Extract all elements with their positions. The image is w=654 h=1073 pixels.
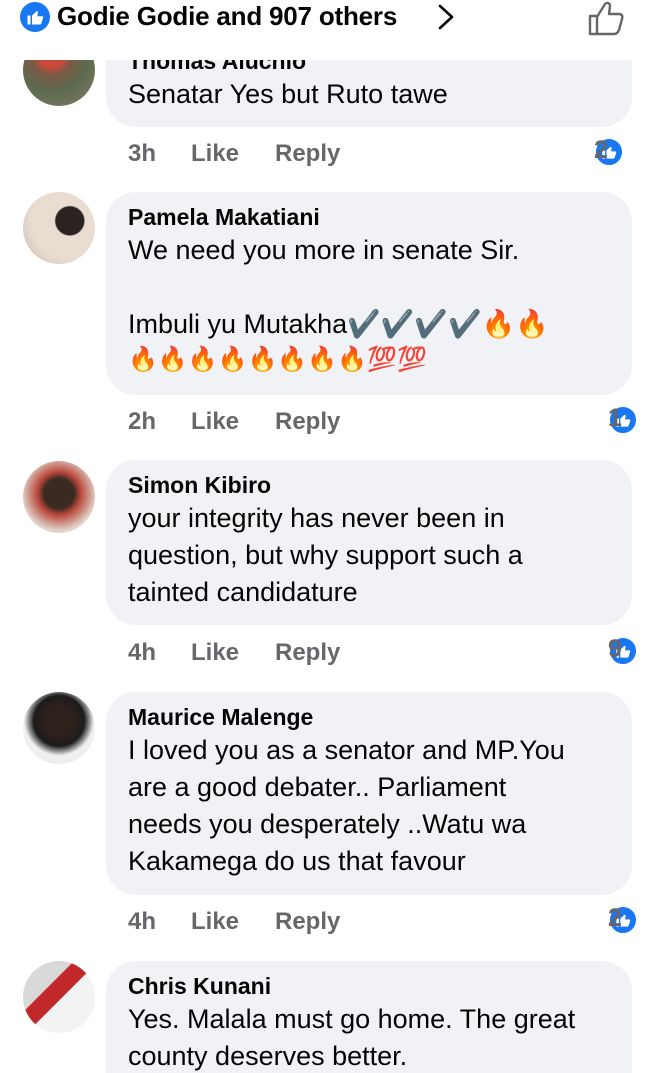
reaction-summary[interactable]: 2	[608, 904, 638, 936]
comment-bubble[interactable]: Maurice Malenge I loved you as a senator…	[106, 692, 632, 895]
like-button[interactable]: Like	[191, 408, 239, 436]
like-button[interactable]: Like	[191, 908, 239, 936]
comment-text: Yes. Malala must go home. The great coun…	[128, 1004, 576, 1071]
reaction-count: 9	[608, 635, 622, 663]
reaction-summary[interactable]: 2	[594, 136, 624, 168]
comment-time[interactable]: 3h	[128, 140, 156, 168]
reply-button[interactable]: Reply	[275, 908, 340, 936]
reply-button[interactable]: Reply	[275, 408, 340, 436]
reply-button[interactable]: Reply	[275, 639, 340, 667]
comment-emoji-line: 🔥🔥🔥🔥🔥🔥🔥🔥💯💯	[128, 346, 427, 373]
avatar[interactable]	[23, 461, 95, 533]
comment-time[interactable]: 4h	[128, 639, 156, 667]
comment-author[interactable]: Pamela Makatiani	[128, 202, 610, 232]
like-button[interactable]: Like	[191, 639, 239, 667]
comment-author[interactable]: Simon Kibiro	[128, 470, 610, 500]
reaction-summary[interactable]: 9	[608, 635, 638, 667]
comment-text: I loved you as a senator and MP.You are …	[128, 735, 565, 876]
comment-bubble[interactable]: Pamela Makatiani We need you more in sen…	[106, 192, 632, 395]
chevron-right-icon[interactable]	[433, 2, 459, 32]
comment-actions: 2h Like Reply 1	[128, 404, 638, 444]
reaction-count: 2	[608, 904, 622, 932]
comment-actions: 3h Like Reply 2	[128, 136, 632, 176]
thumbs-up-outline-icon[interactable]	[586, 0, 626, 38]
comment-actions: 4h Like Reply 9	[128, 635, 638, 675]
reactors-summary[interactable]: Godie Godie and 907 others	[57, 1, 397, 32]
comment-bubble[interactable]: Simon Kibiro your integrity has never be…	[106, 460, 632, 625]
reply-button[interactable]: Reply	[275, 140, 340, 168]
reaction-count: 2	[594, 136, 608, 164]
comment-actions: 4h Like Reply 2	[128, 904, 638, 944]
comment-text: your integrity has never been in questio…	[128, 503, 523, 607]
comment-bubble[interactable]: Chris Kunani Yes. Malala must go home. T…	[106, 961, 632, 1073]
reaction-count: 1	[608, 404, 622, 432]
reaction-summary[interactable]: 1	[608, 404, 638, 436]
reactions-header[interactable]: Godie Godie and 907 others	[0, 0, 654, 60]
like-icon	[20, 2, 50, 32]
like-button[interactable]: Like	[191, 140, 239, 168]
avatar[interactable]	[23, 192, 95, 264]
comment-time[interactable]: 2h	[128, 408, 156, 436]
avatar[interactable]	[23, 692, 95, 764]
comment-text: We need you more in senate Sir. Imbuli y…	[128, 235, 549, 339]
comment-time[interactable]: 4h	[128, 908, 156, 936]
comment-author[interactable]: Chris Kunani	[128, 971, 610, 1001]
comment-text: Senatar Yes but Ruto tawe	[128, 79, 448, 109]
comment-author[interactable]: Maurice Malenge	[128, 702, 610, 732]
avatar[interactable]	[23, 961, 95, 1033]
